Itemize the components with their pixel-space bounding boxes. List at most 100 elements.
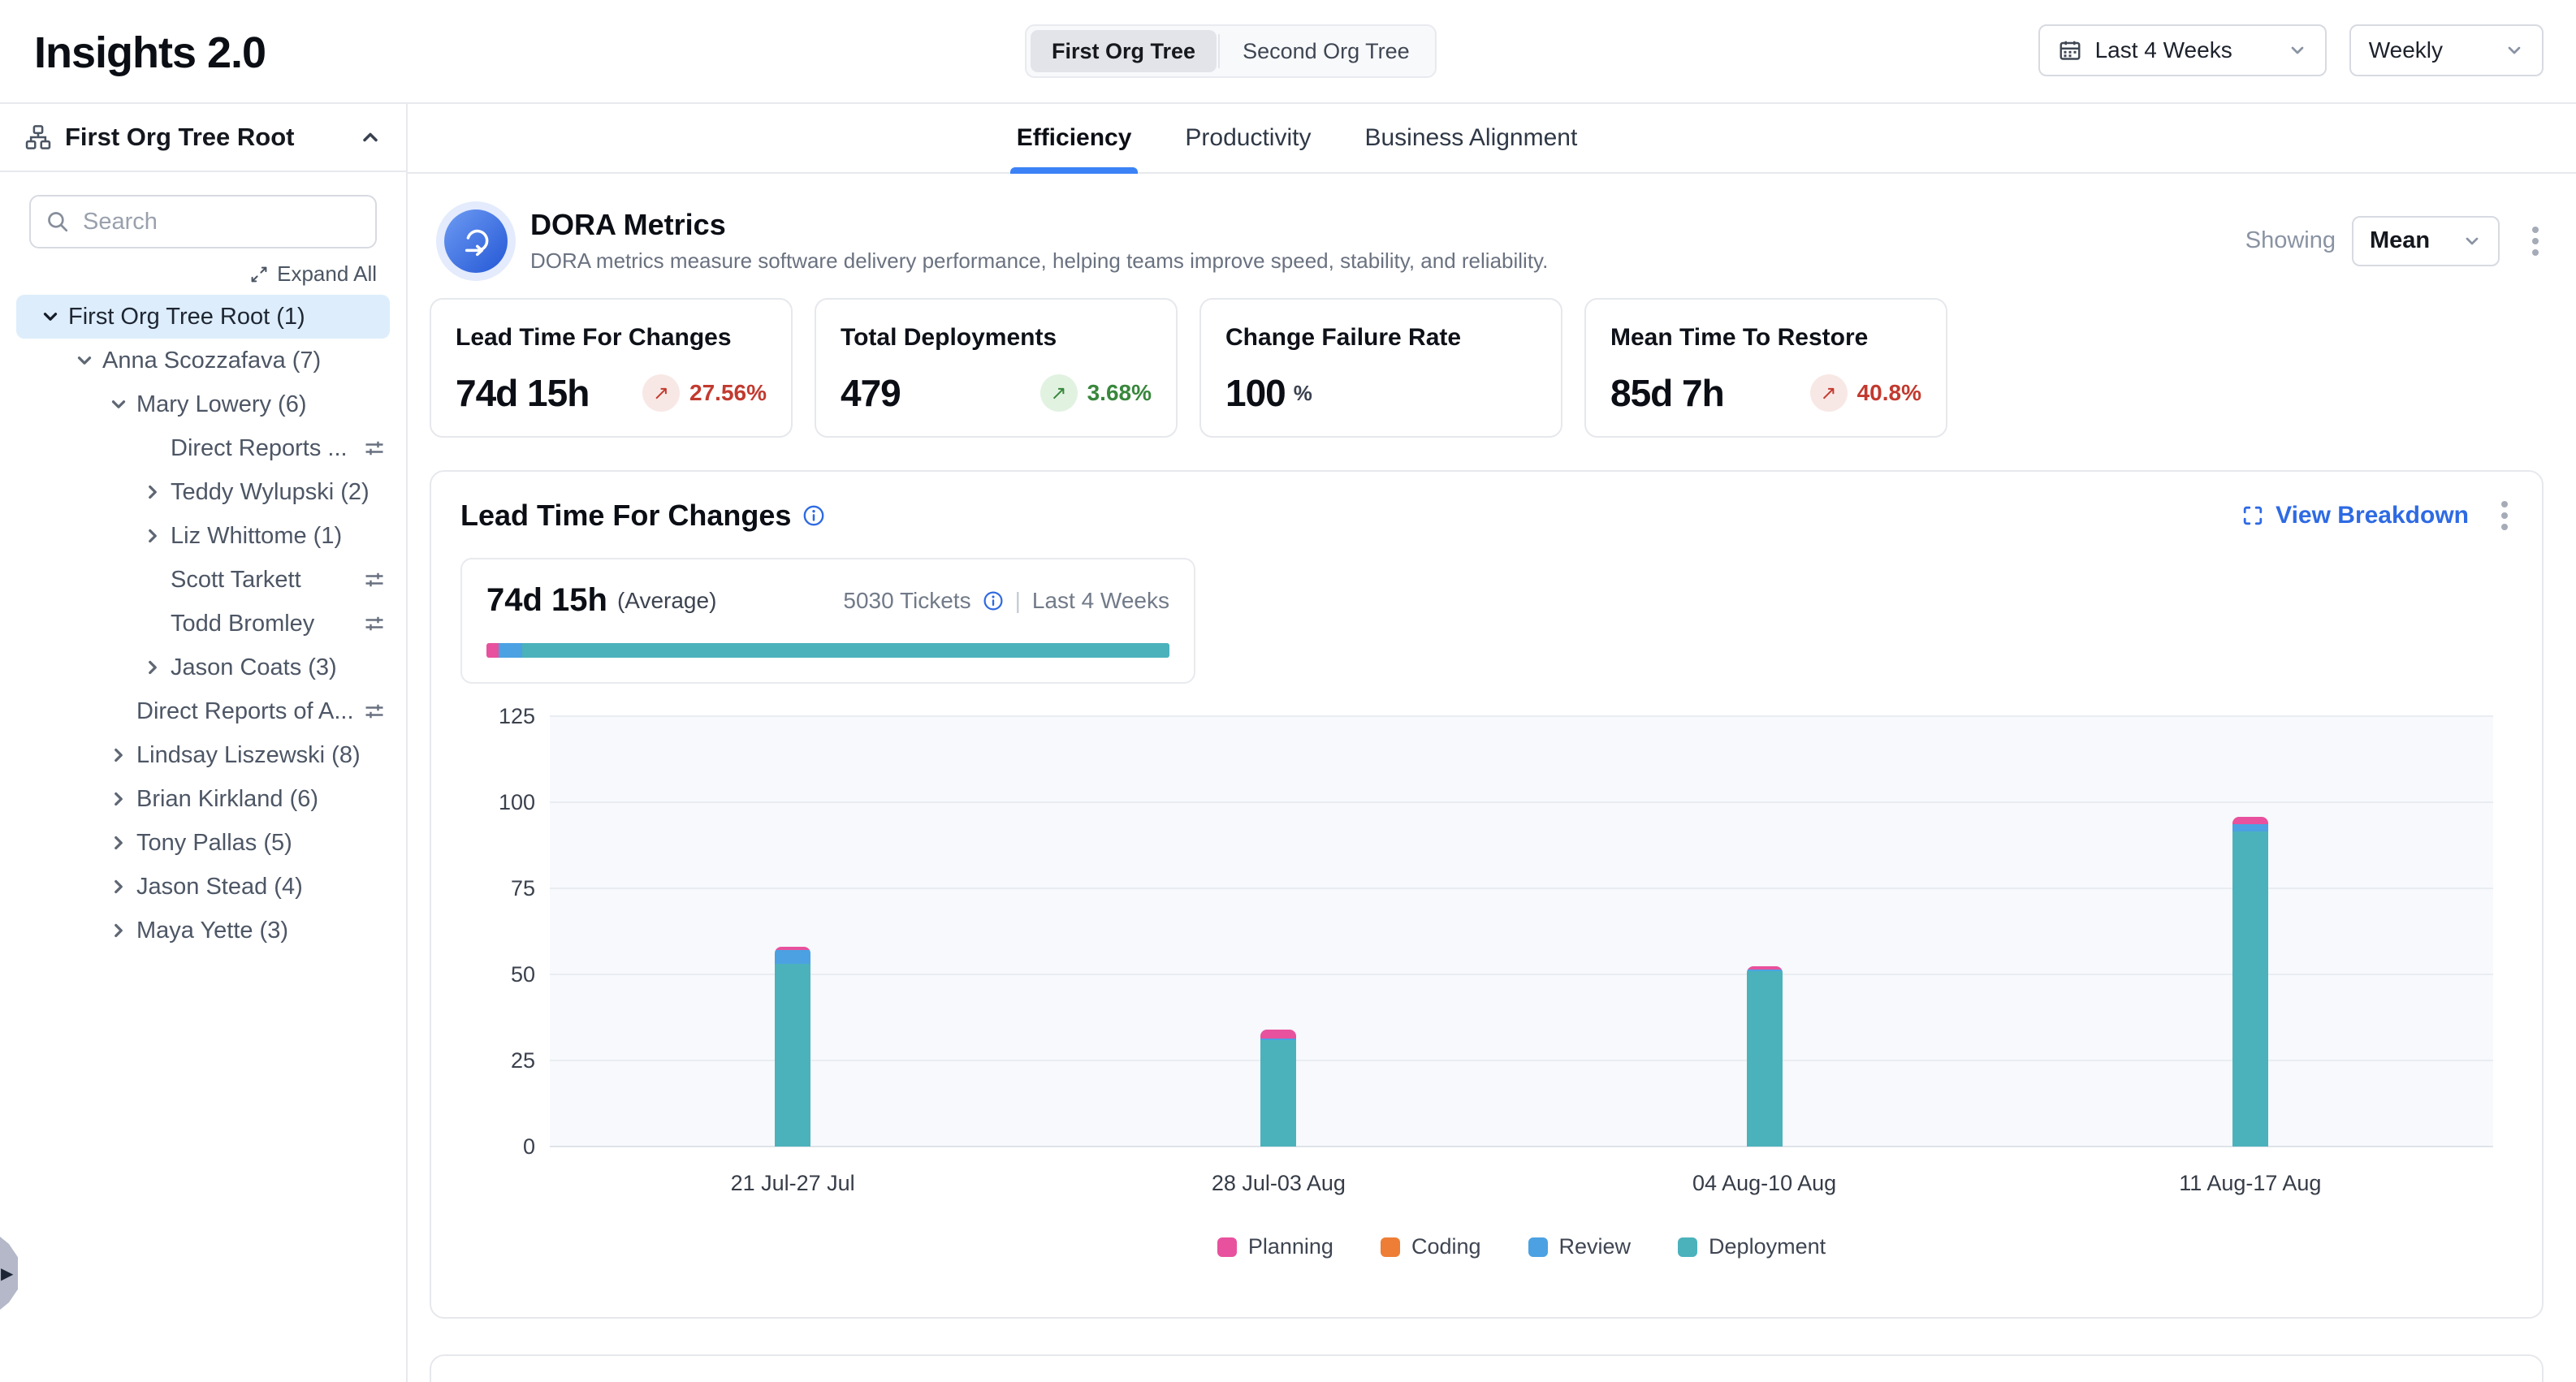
y-tick-label: 125 <box>460 704 535 729</box>
tickets-count: 5030 Tickets <box>843 588 970 614</box>
x-tick-label: 11 Aug-17 Aug <box>2179 1171 2321 1196</box>
chevron-right-icon[interactable] <box>104 828 133 857</box>
phase-segment-review <box>499 643 522 658</box>
org-tree-icon <box>24 123 52 151</box>
toggle-separator <box>1218 34 1220 68</box>
bar-segment-planning <box>2232 817 2268 823</box>
legend-item: Review <box>1528 1234 1632 1259</box>
granularity-value: Weekly <box>2369 37 2443 63</box>
trend-indicator: ↗ 3.68% <box>1040 374 1152 412</box>
tree-item[interactable]: Brian Kirkland (6) <box>0 777 406 821</box>
tree-item-label: Direct Reports of A... <box>136 698 354 725</box>
stacked-bar[interactable] <box>775 947 810 1147</box>
view-breakdown-link[interactable]: View Breakdown <box>2241 502 2469 529</box>
chevron-right-icon[interactable] <box>104 741 133 770</box>
chevron-right-icon[interactable] <box>104 916 133 945</box>
chevron-up-icon[interactable] <box>359 126 382 149</box>
kebab-menu-icon[interactable] <box>2496 496 2513 535</box>
sliders-icon[interactable] <box>362 568 387 592</box>
stacked-bar[interactable] <box>1747 966 1783 1147</box>
info-icon[interactable] <box>983 590 1004 611</box>
top-bar: Insights 2.0 First Org Tree Second Org T… <box>0 0 2576 104</box>
toggle-second-org-tree[interactable]: Second Org Tree <box>1221 30 1431 72</box>
metric-card-title: Mean Time To Restore <box>1610 324 1921 352</box>
tree-item-label: Liz Whittome (1) <box>171 523 342 550</box>
tree-item-label: Maya Yette (3) <box>136 918 288 944</box>
tree-item[interactable]: Teddy Wylupski (2) <box>0 470 406 514</box>
showing-select[interactable]: Mean <box>2352 216 2500 266</box>
sliders-icon[interactable] <box>362 699 387 723</box>
sliders-icon[interactable] <box>362 436 387 460</box>
tree-item[interactable]: Jason Coats (3) <box>0 646 406 689</box>
deployment-frequency-section: Deployment Frequency View Breakdown <box>430 1354 2544 1382</box>
tree-item[interactable]: Lindsay Liszewski (8) <box>0 733 406 777</box>
trend-value: 3.68% <box>1087 380 1152 406</box>
chevron-down-icon[interactable] <box>36 302 65 331</box>
chevron-down-icon[interactable] <box>70 346 99 375</box>
date-range-select[interactable]: Last 4 Weeks <box>2038 24 2327 76</box>
x-tick-label: 28 Jul-03 Aug <box>1212 1171 1346 1196</box>
bar-segment-deployment <box>1747 971 1783 1147</box>
y-tick-label: 50 <box>460 962 535 987</box>
tab-productivity[interactable]: Productivity <box>1185 104 1311 172</box>
top-controls: Last 4 Weeks Weekly <box>2038 24 2544 76</box>
kebab-menu-icon[interactable] <box>2527 222 2544 261</box>
chart-plot <box>550 716 2493 1147</box>
tree-item-label: Mary Lowery (6) <box>136 391 307 418</box>
trend-value: 40.8% <box>1857 380 1921 406</box>
trend-arrow-icon: ↗ <box>1040 374 1078 412</box>
info-icon[interactable] <box>802 504 825 527</box>
bar-segment-deployment <box>2232 831 2268 1147</box>
tree-item[interactable]: Liz Whittome (1) <box>0 514 406 558</box>
dora-metrics-header: DORA Metrics DORA metrics measure softwa… <box>444 208 2544 274</box>
tree-item[interactable]: Anna Scozzafava (7) <box>0 339 406 382</box>
tree-item[interactable]: Tony Pallas (5) <box>0 821 406 865</box>
tab-efficiency[interactable]: Efficiency <box>1017 104 1132 172</box>
trend-indicator: ↗27.56% <box>642 374 767 412</box>
chevron-right-icon[interactable] <box>104 872 133 901</box>
legend-swatch <box>1528 1237 1548 1257</box>
granularity-select[interactable]: Weekly <box>2349 24 2544 76</box>
metric-card-value: 479 <box>841 371 901 415</box>
tree-item[interactable]: First Org Tree Root (1) <box>16 295 390 339</box>
tab-business-alignment[interactable]: Business Alignment <box>1364 104 1577 172</box>
metric-card-value: 74d 15h <box>456 371 589 415</box>
tree-item[interactable]: Direct Reports of A... <box>0 689 406 733</box>
tree-item[interactable]: Mary Lowery (6) <box>0 382 406 426</box>
metric-card-title: Change Failure Rate <box>1225 324 1537 352</box>
chevron-right-icon[interactable] <box>138 653 167 682</box>
lead-time-summary-card: 74d 15h (Average) 5030 Tickets | Last 4 … <box>460 558 1195 684</box>
lead-time-section: Lead Time For Changes View Breakdown <box>430 470 2544 1319</box>
tree-item[interactable]: Scott Tarkett <box>0 558 406 602</box>
gridline <box>550 974 2493 975</box>
gridline <box>550 801 2493 803</box>
chevron-right-icon[interactable] <box>138 521 167 551</box>
tree-item-label: Anna Scozzafava (7) <box>102 348 321 374</box>
tree-item[interactable]: Jason Stead (4) <box>0 865 406 909</box>
trend-indicator: ↗ 40.8% <box>1810 374 1921 412</box>
chart-legend: PlanningCodingReviewDeployment <box>550 1234 2493 1259</box>
bar-segment-review <box>2232 824 2268 831</box>
legend-swatch <box>1217 1237 1237 1257</box>
metric-card-unit: % <box>1294 381 1312 406</box>
x-axis: 21 Jul-27 Jul28 Jul-03 Aug04 Aug-10 Aug1… <box>550 1171 2493 1203</box>
summary-period: Last 4 Weeks <box>1032 588 1169 614</box>
chevron-right-icon[interactable] <box>104 784 133 814</box>
sidebar-title: First Org Tree Root <box>65 123 294 152</box>
trend-arrow-icon: ↗ <box>1810 374 1848 412</box>
tree-item-label: Jason Stead (4) <box>136 874 303 900</box>
chevron-down-icon[interactable] <box>104 390 133 419</box>
lead-time-header: Lead Time For Changes View Breakdown <box>460 496 2513 535</box>
stacked-bar[interactable] <box>1260 1030 1296 1147</box>
toggle-first-org-tree[interactable]: First Org Tree <box>1031 30 1217 72</box>
gridline <box>550 715 2493 717</box>
search-input[interactable] <box>29 195 377 248</box>
tree-item[interactable]: Todd Bromley <box>0 602 406 646</box>
expand-all-button[interactable]: Expand All <box>29 261 377 287</box>
stacked-bar[interactable] <box>2232 817 2268 1147</box>
sliders-icon[interactable] <box>362 611 387 636</box>
metric-card-title: Total Deployments <box>841 324 1152 352</box>
chevron-right-icon[interactable] <box>138 477 167 507</box>
tree-item[interactable]: Direct Reports ... <box>0 426 406 470</box>
tree-item[interactable]: Maya Yette (3) <box>0 909 406 952</box>
